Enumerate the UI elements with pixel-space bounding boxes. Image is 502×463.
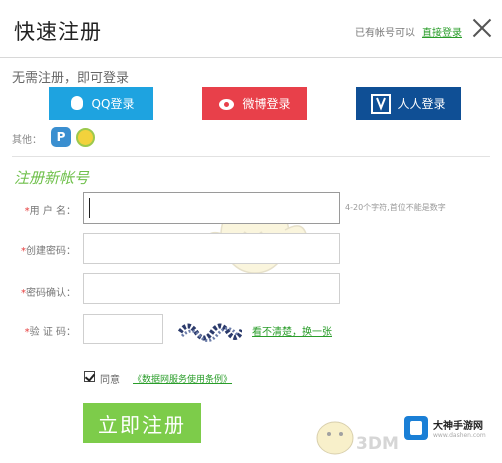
captcha-image[interactable]	[177, 318, 245, 344]
renren-login-button[interactable]: 人人登录	[356, 87, 461, 120]
register-submit-button[interactable]: 立即注册	[83, 403, 201, 443]
password-label: *创建密码：	[21, 246, 76, 257]
captcha-label: *验 证 码：	[24, 327, 76, 338]
agree-label: 同意	[100, 375, 120, 386]
renren-login-label: 人人登录	[397, 97, 446, 111]
username-label: *用 户 名：	[24, 206, 76, 217]
register-section-title: 注册新帐号	[14, 169, 90, 187]
weibo-icon	[218, 95, 236, 113]
badge-logo-icon	[404, 416, 428, 440]
has-account-text: 已有帐号可以	[355, 28, 415, 39]
username-input[interactable]	[83, 192, 340, 224]
confirm-password-input[interactable]	[83, 273, 340, 304]
other-login-label: 其他：	[12, 135, 42, 146]
site-badge: 大神手游网 www.dashen.com	[401, 412, 497, 444]
agree-checkbox[interactable]	[84, 371, 95, 382]
title-bar: 快速注册 已有帐号可以 直接登录	[0, 0, 502, 58]
qq-login-button[interactable]: QQ登录	[49, 87, 153, 120]
pp-login-icon[interactable]: P	[51, 127, 71, 147]
weibo-login-button[interactable]: 微博登录	[202, 87, 307, 120]
terms-link[interactable]: 《数据网服务使用条例》	[133, 372, 232, 385]
qq-icon	[68, 95, 86, 113]
other-login-icon[interactable]	[76, 128, 95, 147]
weibo-login-label: 微博登录	[242, 97, 291, 111]
section-divider	[12, 156, 490, 157]
password-input[interactable]	[83, 233, 340, 264]
username-hint: 4-20个字符,首位不能是数字	[345, 203, 446, 212]
watermark-3dm: 3DM	[356, 434, 399, 454]
close-icon[interactable]	[472, 18, 492, 38]
refresh-captcha-link[interactable]: 看不清楚，换一张	[252, 323, 332, 338]
badge-title: 大神手游网	[433, 421, 483, 432]
captcha-input[interactable]	[83, 314, 163, 344]
quick-login-prompt: 无需注册，即可登录	[12, 71, 130, 86]
direct-login-link[interactable]: 直接登录	[422, 24, 462, 39]
page-title: 快速注册	[14, 20, 102, 44]
confirm-password-label: *密码确认：	[21, 288, 76, 299]
badge-subtitle: www.dashen.com	[433, 432, 486, 439]
qq-login-label: QQ登录	[91, 97, 135, 111]
renren-icon	[371, 93, 392, 114]
